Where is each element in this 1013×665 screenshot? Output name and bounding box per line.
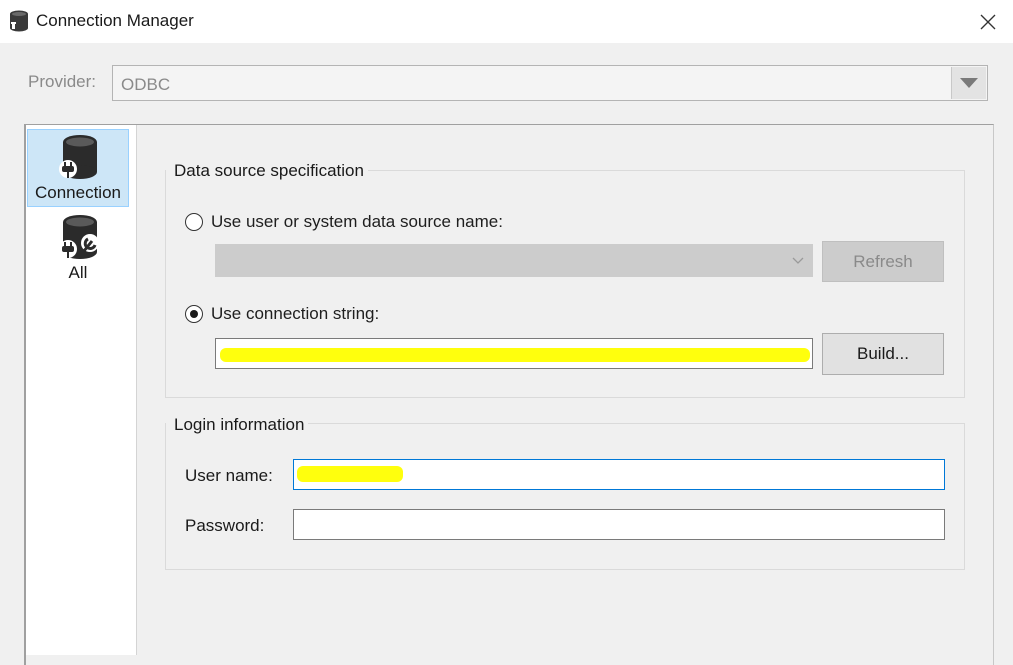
dsn-radio[interactable] [185,213,203,231]
nav-item-label: All [68,263,88,282]
database-icon [10,10,28,32]
provider-value: ODBC [121,75,171,94]
nav-item-label: Connection [34,183,121,202]
refresh-button[interactable]: Refresh [822,241,944,282]
login-group-title: Login information [166,415,309,435]
provider-label: Provider: [28,72,97,91]
database-wrench-icon [59,215,99,259]
provider-dropdown[interactable]: ODBC [112,65,988,101]
close-button[interactable] [962,0,1013,43]
nav-panel: Connection All [26,125,137,655]
connection-string-option-label: Use connection string: [211,304,380,323]
username-label: User name: [185,466,273,485]
connection-string-input[interactable] [215,338,813,369]
redaction-mark [297,466,403,482]
chevron-down-icon [960,78,978,88]
chevron-down-icon [792,257,804,264]
title-bar: Connection Manager [0,0,1013,43]
database-plug-icon [59,135,97,179]
login-group [165,423,965,570]
username-input[interactable] [293,459,945,490]
dsn-option-label: Use user or system data source name: [211,212,503,231]
provider-dropdown-arrow[interactable] [951,67,986,99]
connection-string-radio[interactable] [185,305,203,323]
password-input[interactable] [293,509,945,540]
redaction-mark [220,348,810,362]
connection-string-option[interactable]: Use connection string: [185,304,379,324]
refresh-button-label: Refresh [853,251,913,271]
close-icon [980,14,995,29]
data-source-group-title: Data source specification [166,161,368,181]
dsn-option[interactable]: Use user or system data source name: [185,212,503,232]
nav-item-all[interactable]: All [27,213,129,285]
password-label: Password: [185,516,265,535]
build-button[interactable]: Build... [822,333,944,375]
dsn-dropdown[interactable] [215,244,813,277]
nav-item-connection[interactable]: Connection [27,129,129,207]
build-button-label: Build... [857,344,909,363]
window-title: Connection Manager [36,11,194,30]
